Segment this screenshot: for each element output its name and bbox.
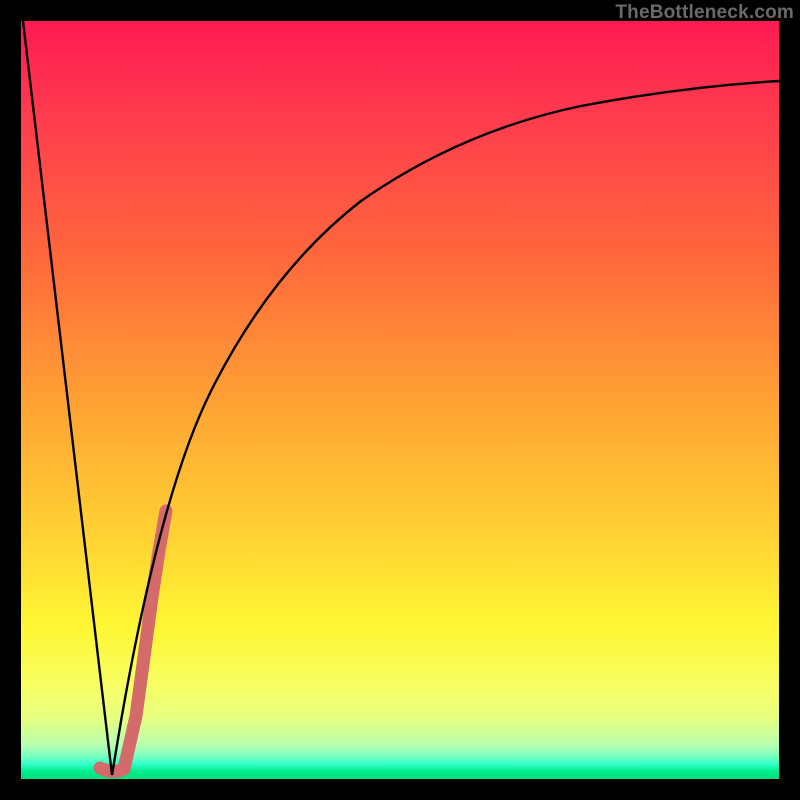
- asymptotic-curve: [112, 81, 779, 775]
- chart-svg: [21, 21, 779, 779]
- watermark-text: TheBottleneck.com: [615, 2, 794, 24]
- chart-frame: TheBottleneck.com: [0, 0, 800, 800]
- left-slope-line: [23, 21, 112, 775]
- plot-area: [21, 21, 779, 779]
